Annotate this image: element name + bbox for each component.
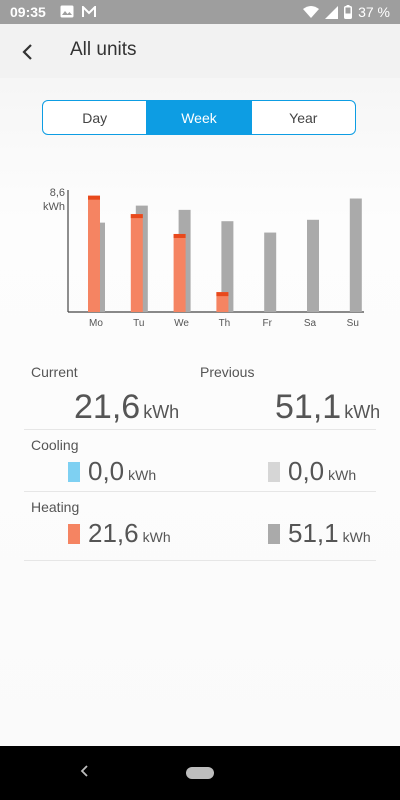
back-arrow-icon xyxy=(22,44,32,60)
period-selector: Day Week Year xyxy=(42,100,356,135)
previous-bar-sa xyxy=(307,219,319,312)
previous-total-unit: kWh xyxy=(344,402,381,422)
divider xyxy=(24,429,376,430)
x-tick-label: Su xyxy=(347,318,359,329)
current-bar-we xyxy=(173,233,186,312)
heating-current-value: 21,6 xyxy=(88,518,139,548)
x-tick-label: Fr xyxy=(262,318,272,329)
tab-week[interactable]: Week xyxy=(146,101,251,134)
cooling-current-swatch xyxy=(68,462,80,482)
previous-total-value: 51,1 xyxy=(275,388,342,426)
wifi-icon xyxy=(303,5,320,18)
x-tick-label: Tu xyxy=(133,318,144,329)
heating-previous: 51,1 kWh xyxy=(288,518,371,549)
heating-previous-value: 51,1 xyxy=(288,518,339,548)
weekly-energy-chart: 8,6 kWh Mo Tu We Th Fr Sa Su xyxy=(43,187,364,329)
heating-label: Heating xyxy=(31,499,80,515)
previous-label: Previous xyxy=(200,364,255,380)
divider xyxy=(24,491,376,492)
tab-day[interactable]: Day xyxy=(43,101,146,134)
app-bar: All units xyxy=(0,24,400,78)
cooling-previous-unit: kWh xyxy=(328,467,357,483)
current-bar-cap-th xyxy=(216,292,229,297)
heating-previous-unit: kWh xyxy=(342,529,371,545)
system-navigation-bar xyxy=(0,746,400,800)
gallery-notification-icon xyxy=(60,5,74,18)
current-bar-cap-tu xyxy=(130,214,143,219)
x-tick-label: Th xyxy=(219,318,231,329)
cooling-current-value: 0,0 xyxy=(88,456,125,486)
signal-icon xyxy=(325,5,339,19)
current-bar-tu xyxy=(130,214,143,312)
y-unit-label: kWh xyxy=(43,201,65,213)
cooling-label: Cooling xyxy=(31,437,79,453)
previous-total: 51,1 kWh xyxy=(275,388,380,427)
heating-current-swatch xyxy=(68,524,80,544)
current-bar-cap-we xyxy=(173,233,186,238)
current-label: Current xyxy=(31,364,78,380)
heating-current-unit: kWh xyxy=(142,529,171,545)
nav-home-button[interactable] xyxy=(186,767,214,779)
cooling-previous: 0,0 kWh xyxy=(288,456,356,487)
page-title: All units xyxy=(70,39,137,60)
tab-year[interactable]: Year xyxy=(250,101,355,134)
heating-previous-swatch xyxy=(268,524,280,544)
back-button[interactable] xyxy=(14,38,42,66)
x-tick-label: Sa xyxy=(304,318,317,329)
battery-percent: 37 % xyxy=(358,4,390,20)
current-total-value: 21,6 xyxy=(74,388,141,426)
status-time: 09:35 xyxy=(10,4,46,20)
cooling-current-unit: kWh xyxy=(128,467,157,483)
previous-bar-su xyxy=(349,198,362,312)
cooling-current: 0,0 kWh xyxy=(88,456,156,487)
current-total-unit: kWh xyxy=(143,402,180,422)
status-bar: 09:35 37 % xyxy=(0,0,400,24)
y-max-label: 8,6 xyxy=(50,187,65,199)
nav-back-icon[interactable] xyxy=(80,764,90,778)
current-bar-cap-mo xyxy=(88,195,100,200)
divider xyxy=(24,560,376,561)
cooling-previous-value: 0,0 xyxy=(288,456,325,486)
heating-current: 21,6 kWh xyxy=(88,518,171,549)
battery-icon xyxy=(344,5,353,19)
current-total: 21,6 kWh xyxy=(74,388,179,427)
previous-bar-fr xyxy=(264,232,277,312)
x-tick-label: We xyxy=(174,318,189,329)
current-bar-mo xyxy=(88,195,100,312)
cooling-previous-swatch xyxy=(268,462,280,482)
mail-notification-icon xyxy=(82,5,96,17)
x-tick-label: Mo xyxy=(89,318,103,329)
